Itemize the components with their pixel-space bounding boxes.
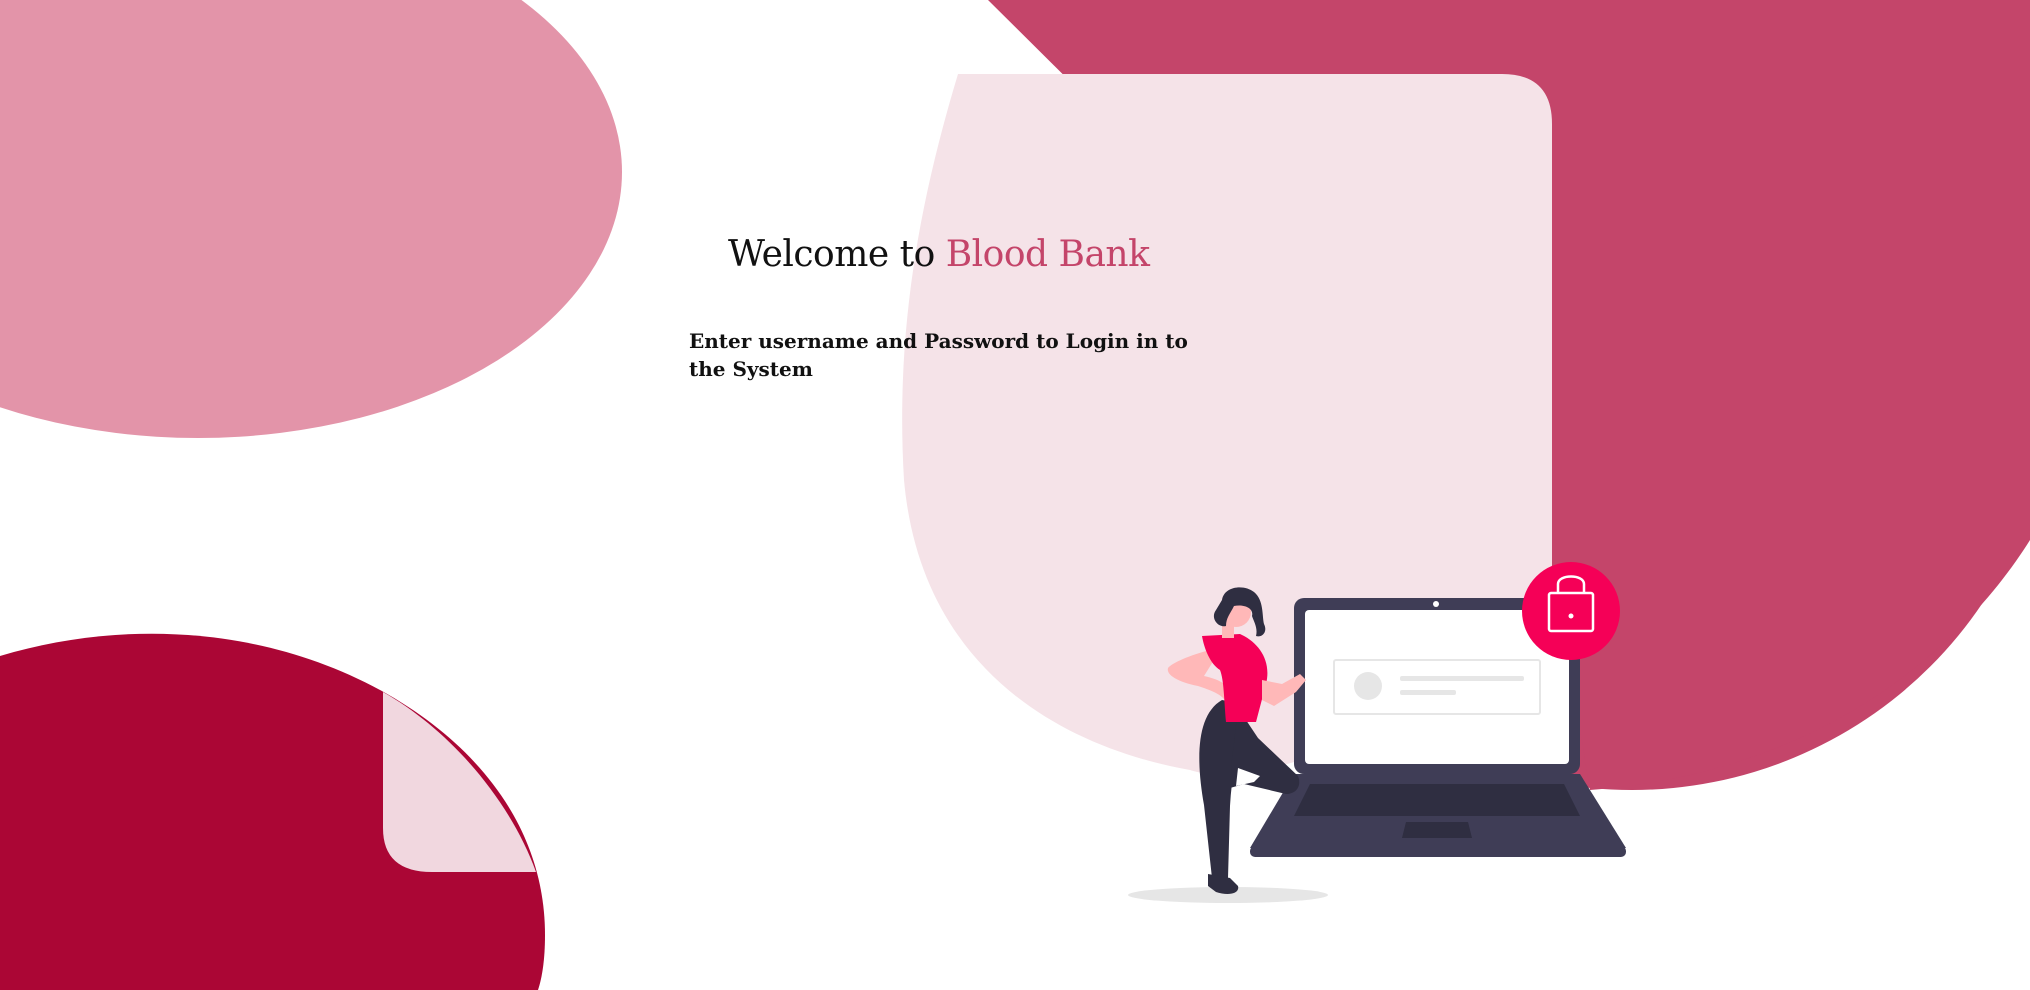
welcome-prefix: Welcome to	[728, 234, 935, 275]
login-page: Welcome to Blood Bank Enter username and…	[0, 0, 2030, 990]
background-shapes	[0, 0, 2030, 990]
brand-name: Blood Bank	[945, 234, 1150, 275]
lock-badge	[1522, 562, 1620, 660]
login-instructions: Enter username and Password to Login in …	[689, 329, 1188, 381]
top-left-blob	[0, 0, 622, 438]
welcome-heading: Welcome to Blood Bank	[728, 234, 1150, 275]
bottom-left-card	[383, 692, 536, 872]
